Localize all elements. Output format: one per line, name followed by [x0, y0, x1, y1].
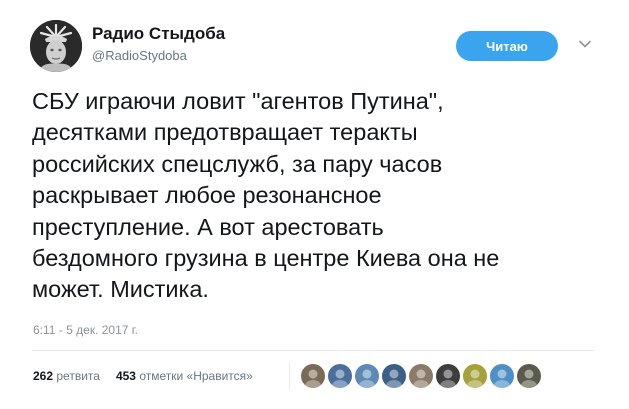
likes-count: 453 — [115, 369, 136, 383]
user-photo-icon — [436, 364, 460, 388]
author-info: Радио Стыдоба @RadioStydoba — [92, 24, 225, 65]
tweet-stats: 262 ретвита 453 отметки «Нравится» — [33, 369, 253, 383]
retweets-label: ретвита — [56, 369, 100, 383]
statue-icon — [30, 20, 82, 72]
user-photo-icon — [382, 364, 406, 388]
liker-avatar[interactable] — [490, 364, 514, 388]
liker-avatar[interactable] — [436, 364, 460, 388]
user-photo-icon — [355, 364, 379, 388]
user-photo-icon — [328, 364, 352, 388]
following-button[interactable]: Читаю — [456, 31, 558, 61]
user-photo-icon — [517, 364, 541, 388]
author-handle[interactable]: @RadioStydoba — [92, 47, 225, 65]
chevron-down-icon[interactable] — [578, 37, 592, 51]
tweet-text: СБУ играючи ловит "агентов Путина", деся… — [32, 88, 500, 303]
tweet-card: Радио Стыдоба @RadioStydoba Читаю СБУ иг… — [0, 0, 629, 409]
user-photo-icon — [409, 364, 433, 388]
liker-avatar[interactable] — [409, 364, 433, 388]
liker-avatar[interactable] — [355, 364, 379, 388]
user-photo-icon — [490, 364, 514, 388]
retweets-count: 262 — [33, 369, 54, 383]
liker-avatar[interactable] — [328, 364, 352, 388]
liker-avatar[interactable] — [463, 364, 487, 388]
user-photo-icon — [463, 364, 487, 388]
liker-avatars — [301, 364, 541, 388]
liker-avatar[interactable] — [517, 364, 541, 388]
stats-separator — [289, 362, 290, 390]
divider — [32, 350, 594, 351]
author-display-name[interactable]: Радио Стыдоба — [92, 24, 225, 44]
stats-spacer — [103, 369, 113, 383]
likes-label: отметки «Нравится» — [139, 369, 253, 383]
author-avatar[interactable] — [30, 20, 82, 72]
liker-avatar[interactable] — [382, 364, 406, 388]
tweet-timestamp[interactable]: 6:11 - 5 дек. 2017 г. — [33, 323, 138, 337]
retweets-stat[interactable]: 262 ретвита — [33, 369, 100, 383]
likes-stat[interactable]: 453 отметки «Нравится» — [116, 369, 253, 383]
user-photo-icon — [301, 364, 325, 388]
liker-avatar[interactable] — [301, 364, 325, 388]
